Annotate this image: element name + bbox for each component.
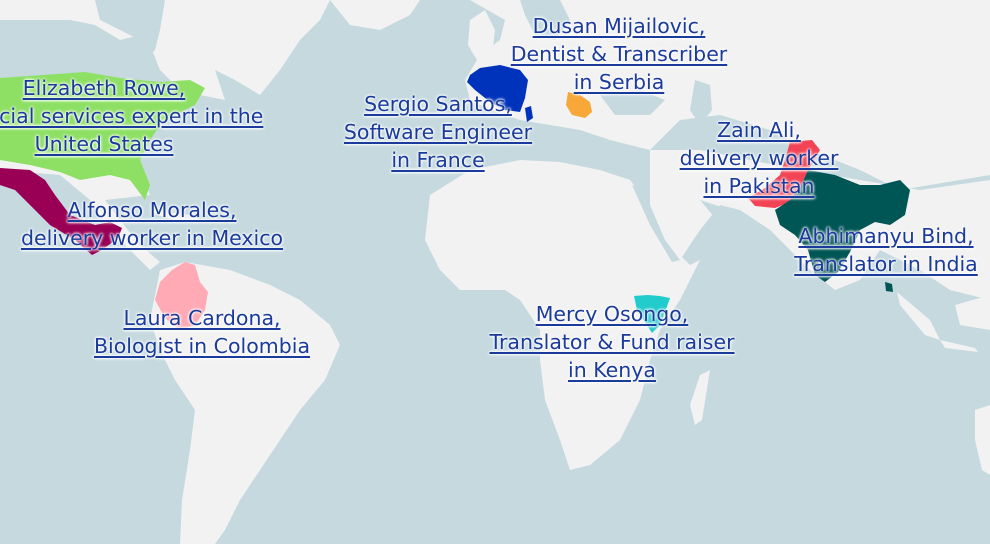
link-dusan-mijailovic[interactable]: Dusan Mijailovic, Dentist & Transcriber … — [511, 12, 727, 96]
label-kenya: Mercy Osongo, Translator & Fund raiser i… — [489, 300, 734, 384]
label-line: in Kenya — [568, 358, 656, 382]
label-united-states: Elizabeth Rowe, Financial services exper… — [0, 74, 263, 158]
link-laura-cardona[interactable]: Laura Cardona, Biologist in Colombia — [94, 304, 310, 360]
label-line: Translator in India — [794, 252, 978, 276]
link-mercy-osongo[interactable]: Mercy Osongo, Translator & Fund raiser i… — [489, 300, 734, 384]
label-line: delivery worker — [679, 146, 839, 170]
label-line: Dusan Mijailovic, — [532, 14, 706, 38]
label-line: Elizabeth Rowe, — [22, 76, 186, 100]
label-line: Mercy Osongo, — [535, 302, 689, 326]
label-line: Zain Ali, — [717, 118, 801, 142]
label-line: Financial services expert in the — [0, 104, 264, 128]
label-line: in Serbia — [573, 70, 665, 94]
link-zain-ali[interactable]: Zain Ali, delivery worker in Pakistan — [680, 116, 839, 200]
link-abhimanyu-bind[interactable]: Abhimanyu Bind, Translator in India — [794, 222, 977, 278]
label-line: Laura Cardona, — [123, 306, 281, 330]
label-line: delivery worker in Mexico — [20, 226, 284, 250]
label-line: Alfonso Morales, — [67, 198, 237, 222]
label-line: Abhimanyu Bind, — [798, 224, 974, 248]
label-colombia: Laura Cardona, Biologist in Colombia — [94, 304, 310, 360]
label-line: Dentist & Transcriber — [510, 42, 728, 66]
link-alfonso-morales[interactable]: Alfonso Morales, delivery worker in Mexi… — [21, 196, 283, 252]
label-mexico: Alfonso Morales, delivery worker in Mexi… — [21, 196, 283, 252]
label-line: Software Engineer — [343, 120, 533, 144]
label-line: Translator & Fund raiser — [489, 330, 735, 354]
label-line: Biologist in Colombia — [93, 334, 311, 358]
label-pakistan: Zain Ali, delivery worker in Pakistan — [680, 116, 839, 200]
label-line: in Pakistan — [703, 174, 815, 198]
label-line: Sergio Santos, — [364, 92, 512, 116]
label-line: United States — [34, 132, 174, 156]
link-sergio-santos[interactable]: Sergio Santos, Software Engineer in Fran… — [344, 90, 532, 174]
label-france: Sergio Santos, Software Engineer in Fran… — [344, 90, 532, 174]
label-serbia: Dusan Mijailovic, Dentist & Transcriber … — [511, 12, 727, 96]
world-map: Elizabeth Rowe, Financial services exper… — [0, 0, 990, 544]
link-elizabeth-rowe[interactable]: Elizabeth Rowe, Financial services exper… — [0, 74, 263, 158]
label-india: Abhimanyu Bind, Translator in India — [794, 222, 977, 278]
label-line: in France — [391, 148, 485, 172]
